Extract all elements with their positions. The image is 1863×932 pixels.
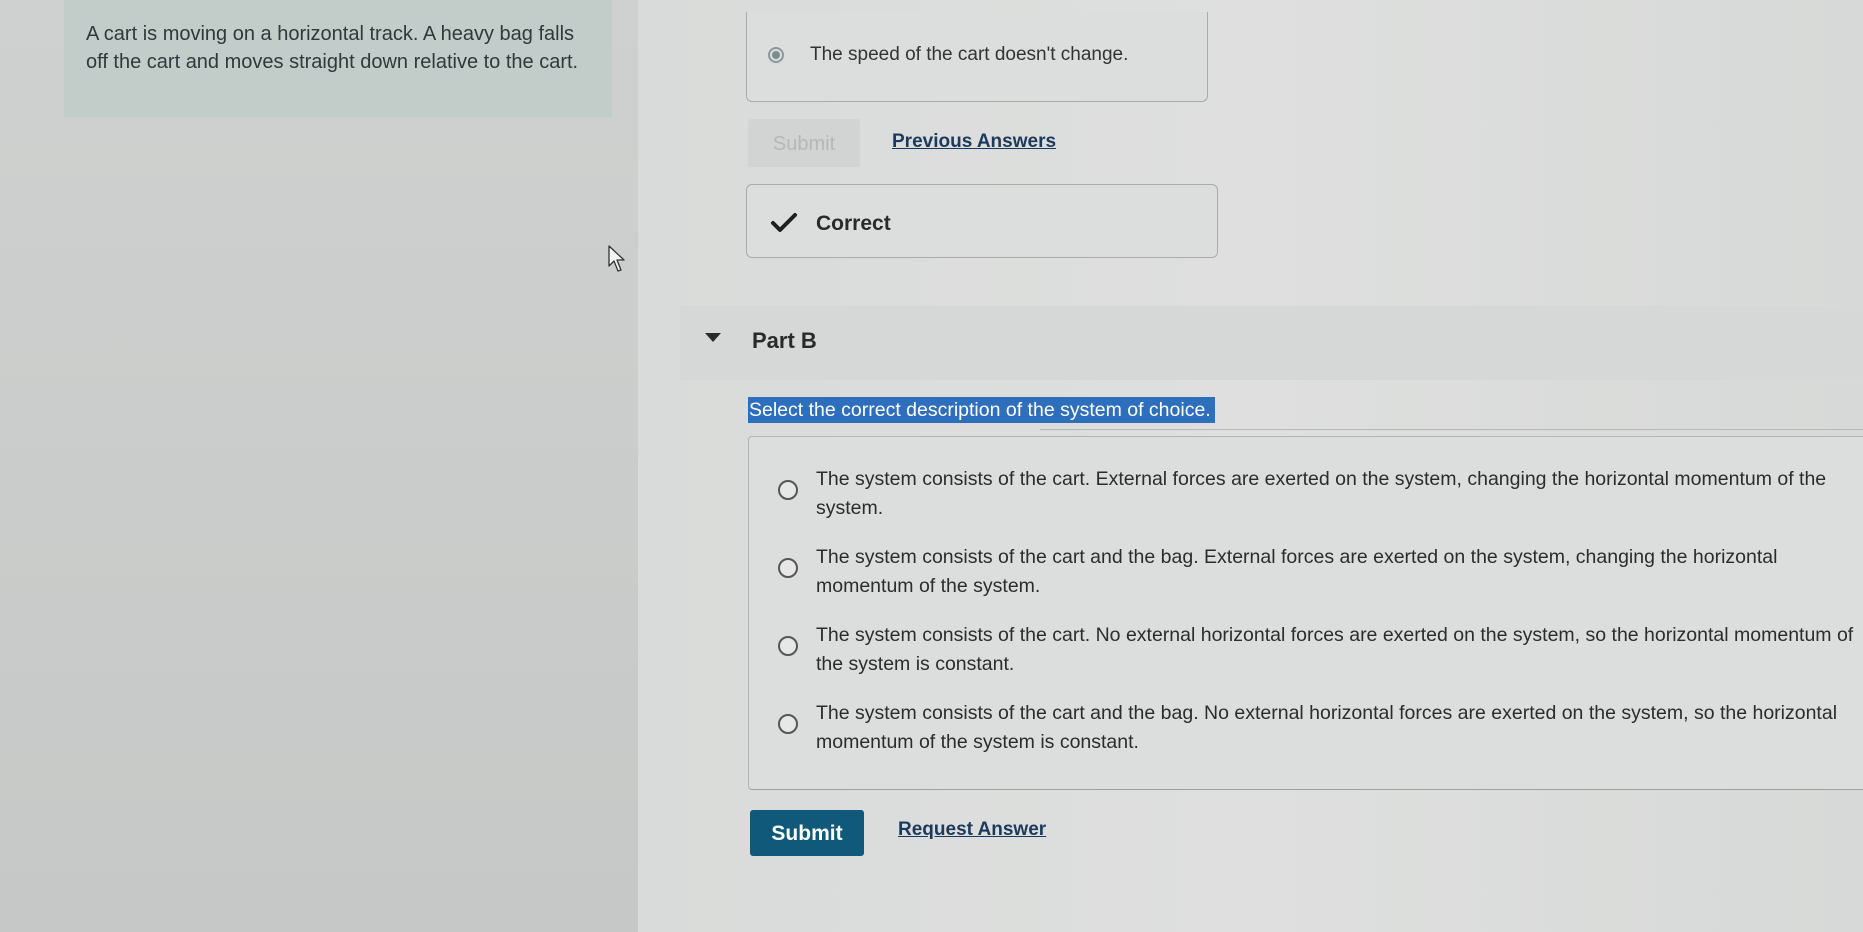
part-b-submit-button[interactable]: Submit [750,810,864,856]
checkmark-icon [771,213,797,232]
choice-option-1[interactable]: The system consists of the cart. Externa… [778,465,1863,525]
radio-button[interactable] [778,558,798,578]
choice-text: The system consists of the cart and the … [816,702,1838,753]
part-a-submit-button[interactable]: Submit [748,119,860,167]
divider [1040,429,1863,430]
mouse-pointer-icon [608,245,625,272]
part-b-title[interactable]: Part B [752,328,817,354]
part-b-instruction: Select the correct description of the sy… [748,397,1215,423]
choice-option-3[interactable]: The system consists of the cart. No exte… [778,621,1863,681]
request-answer-link[interactable]: Request Answer [898,819,1046,841]
feedback-text: Correct [816,212,891,235]
radio-button[interactable] [778,714,798,734]
part-a-selected-answer: The speed of the cart doesn't change. [810,44,1129,65]
radio-button[interactable] [778,636,798,656]
previous-answers-link[interactable]: Previous Answers [892,131,1056,153]
choice-option-2[interactable]: The system consists of the cart and the … [778,543,1863,603]
radio-button[interactable] [778,480,798,500]
choice-text: The system consists of the cart. No exte… [816,624,1854,675]
left-pane [0,0,639,932]
selected-radio-icon [768,47,784,63]
choice-text: The system consists of the cart. Externa… [816,468,1827,519]
choice-text: The system consists of the cart and the … [816,546,1778,597]
choice-option-4[interactable]: The system consists of the cart and the … [778,699,1863,759]
problem-text: A cart is moving on a horizontal track. … [86,23,579,73]
part-b-header[interactable] [680,306,1863,380]
caret-down-icon[interactable] [705,333,721,342]
problem-statement: A cart is moving on a horizontal track. … [64,0,612,117]
